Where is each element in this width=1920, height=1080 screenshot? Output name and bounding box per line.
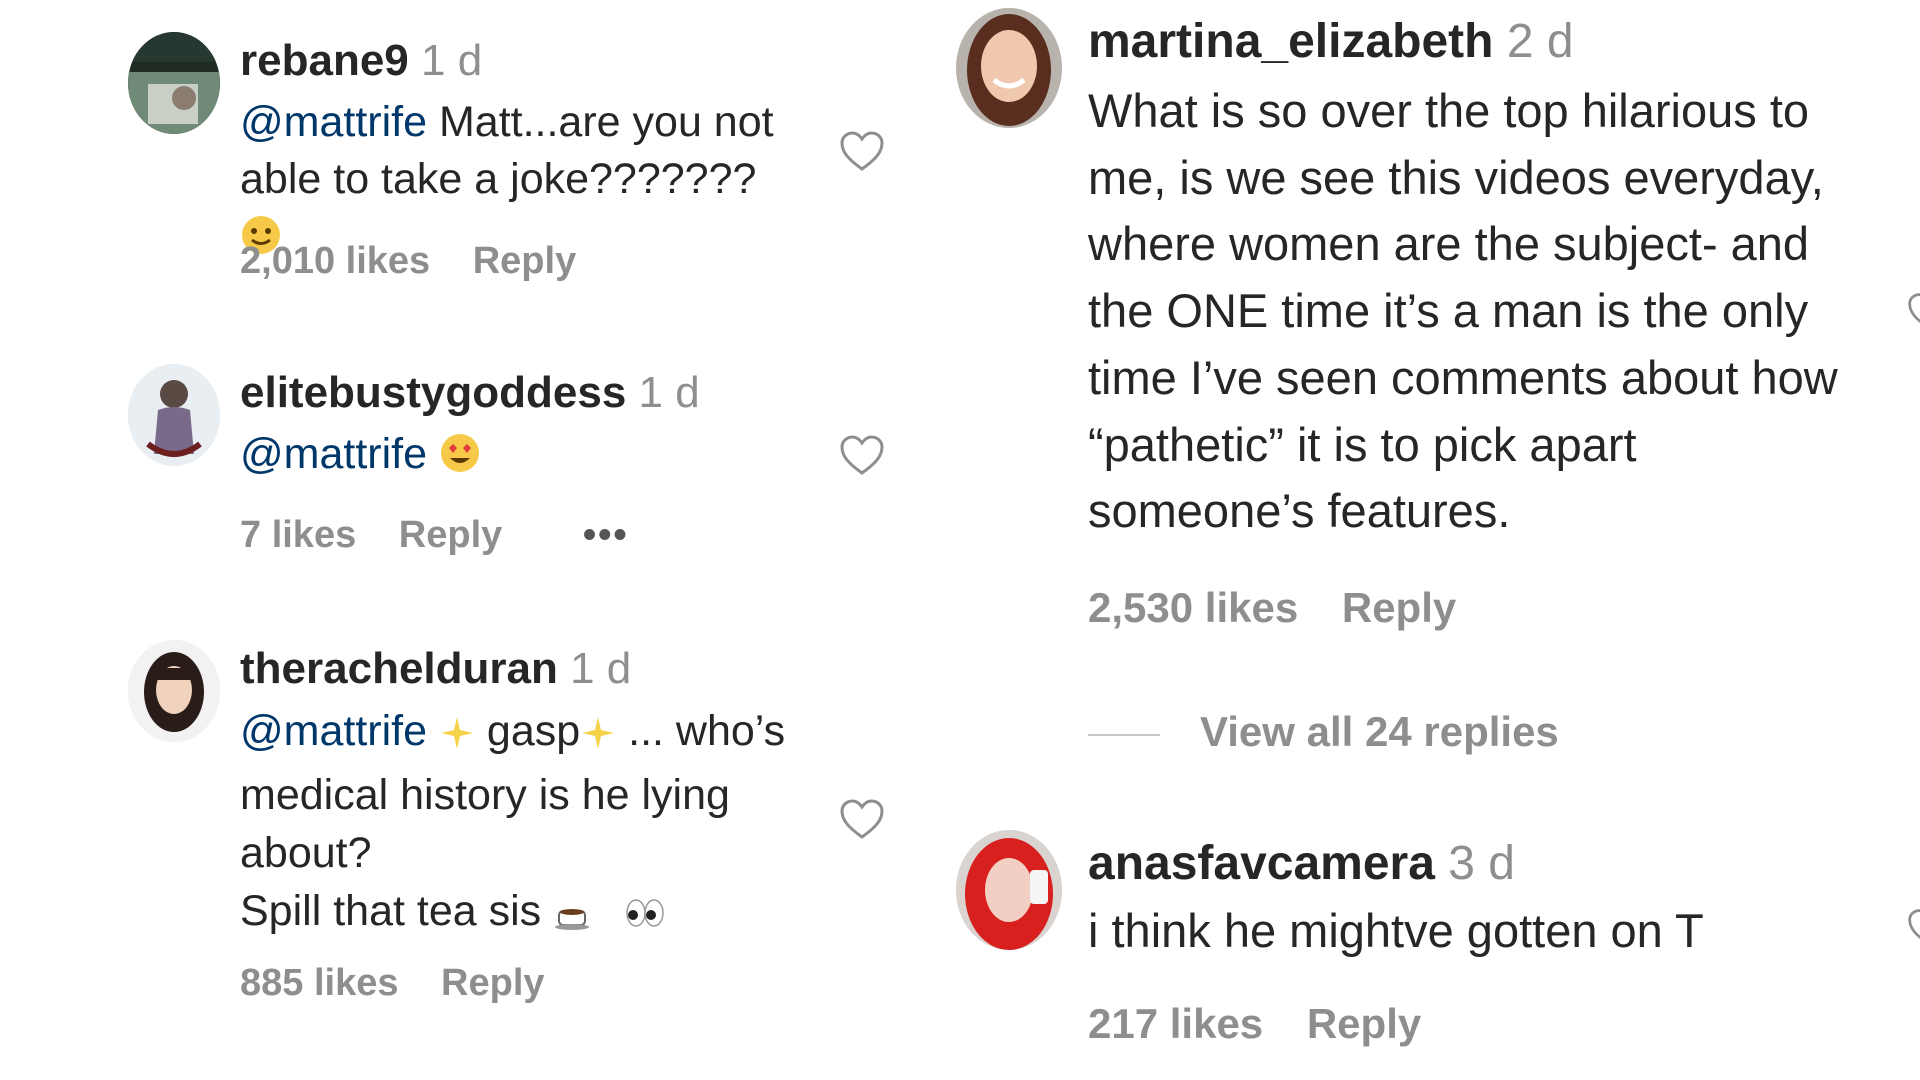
heart-icon[interactable] — [838, 432, 886, 480]
avatar[interactable] — [128, 364, 220, 466]
view-replies-button[interactable]: View all 24 replies — [1088, 708, 1559, 756]
reply-button[interactable]: Reply — [1307, 1000, 1421, 1047]
comment-actions: 7 likes Reply ••• — [240, 514, 661, 557]
reply-button[interactable]: Reply — [473, 240, 576, 282]
sparkles-emoji — [580, 708, 616, 766]
timestamp: 1 d — [570, 644, 632, 693]
mention-link[interactable]: @mattrife — [240, 430, 427, 478]
username[interactable]: elitebustygoddess — [240, 368, 626, 417]
comment-actions: 217 likes Reply — [1088, 1000, 1453, 1048]
heart-icon[interactable] — [1906, 906, 1920, 950]
avatar-image — [128, 640, 220, 742]
likes-count[interactable]: 885 likes — [240, 962, 398, 1004]
mention-link[interactable]: @mattrife — [240, 98, 427, 146]
likes-count[interactable]: 217 likes — [1088, 1000, 1263, 1047]
avatar[interactable] — [128, 32, 220, 134]
username[interactable]: rebane9 — [240, 36, 409, 85]
timestamp: 1 d — [638, 368, 700, 417]
heart-icon[interactable] — [838, 796, 886, 844]
heart-icon[interactable] — [1906, 290, 1920, 334]
comment-actions: 2,530 likes Reply — [1088, 584, 1488, 632]
reply-button[interactable]: Reply — [441, 962, 544, 1004]
timestamp: 2 d — [1506, 15, 1574, 68]
mention-link[interactable]: @mattrife — [240, 707, 427, 755]
comment-text: @mattrife — [240, 426, 800, 489]
avatar[interactable] — [956, 830, 1062, 950]
comment-actions: 885 likes Reply — [240, 962, 577, 1005]
avatar[interactable] — [956, 8, 1062, 128]
comment-text: What is so over the top hilarious to me,… — [1088, 84, 1838, 538]
timestamp: 1 d — [421, 36, 483, 85]
timestamp: 3 d — [1448, 837, 1515, 890]
more-options-icon[interactable]: ••• — [583, 514, 629, 556]
username[interactable]: martina_elizabeth — [1088, 15, 1493, 68]
comment-text: @mattrife gasp ... who’s medical history… — [240, 702, 820, 946]
likes-count[interactable]: 2,530 likes — [1088, 584, 1298, 631]
coffee-emoji — [553, 888, 595, 946]
avatar-image — [956, 8, 1062, 128]
reply-button[interactable]: Reply — [399, 514, 502, 556]
likes-count[interactable]: 7 likes — [240, 514, 356, 556]
avatar-image — [128, 364, 220, 466]
heart-icon[interactable] — [838, 128, 886, 176]
likes-count[interactable]: 2,010 likes — [240, 240, 430, 282]
avatar[interactable] — [128, 640, 220, 742]
reply-button[interactable]: Reply — [1342, 584, 1456, 631]
username[interactable]: therachelduran — [240, 644, 558, 693]
avatar-image — [128, 32, 220, 134]
avatar-image — [956, 830, 1062, 950]
eyes-emoji — [623, 888, 667, 946]
username[interactable]: anasfavcamera — [1088, 837, 1435, 890]
sparkles-emoji — [439, 708, 475, 766]
replies-divider — [1088, 733, 1160, 736]
comment-text: i think he mightve gotten on T — [1088, 904, 1704, 957]
heart-eyes-emoji — [439, 432, 481, 489]
comment-actions: 2,010 likes Reply — [240, 240, 608, 283]
